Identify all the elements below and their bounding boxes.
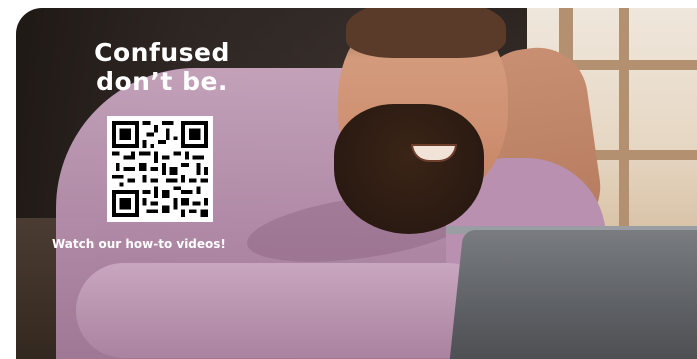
man-beard [334,104,484,234]
headline: Confused don’t be. [72,38,252,96]
laptop [448,230,697,359]
promo-banner[interactable]: Confused don’t be. Watch our how-to vide… [16,8,697,359]
headline-line-2: don’t be. [96,67,228,96]
how-to-videos-caption: Watch our how-to videos! [52,237,226,251]
qr-code[interactable] [107,116,213,222]
qr-code-icon [112,121,208,217]
man-hair [346,8,506,58]
man-forearm [76,263,496,358]
headline-line-1: Confused [94,38,230,67]
